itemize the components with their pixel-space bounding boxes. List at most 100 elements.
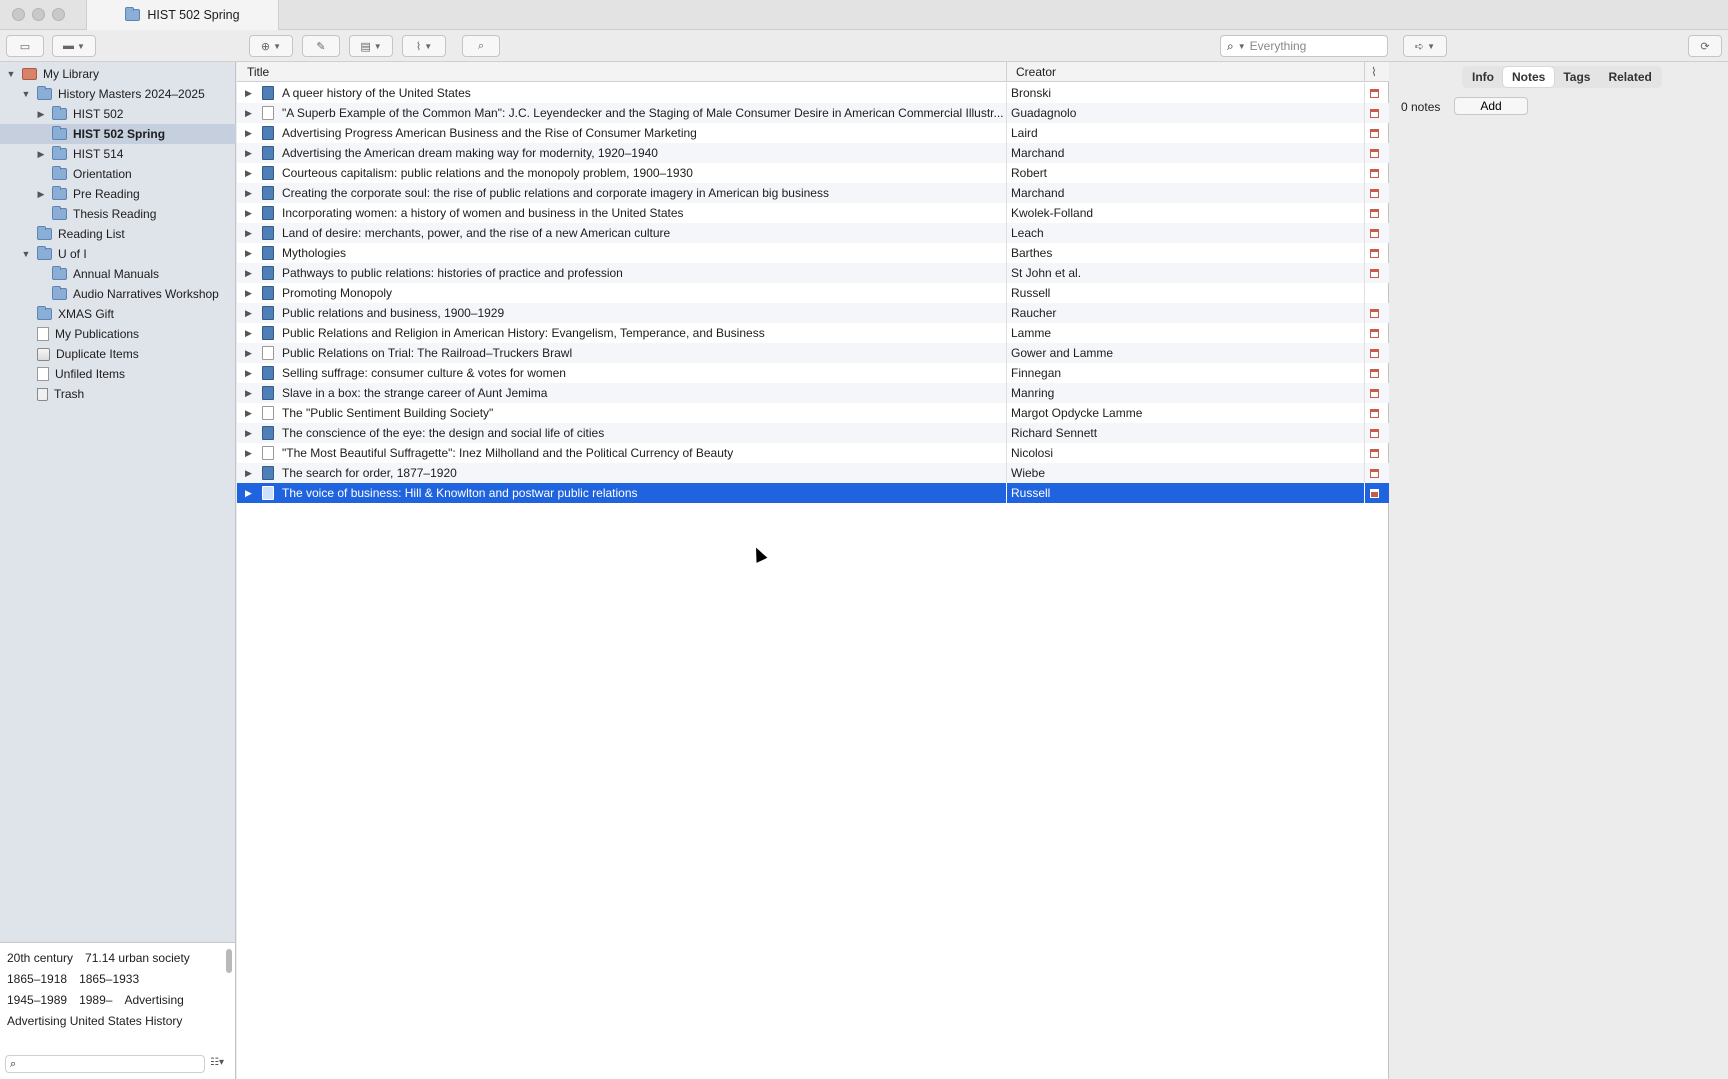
- disclosure-triangle-icon[interactable]: ▶: [245, 268, 252, 279]
- item-row[interactable]: ▶ Public relations and business, 1900–192…: [237, 303, 1389, 323]
- disclosure-triangle-icon[interactable]: ▶: [245, 348, 252, 359]
- minimize-window-button[interactable]: [32, 8, 45, 21]
- add-attachment-button[interactable]: ⌇ ▼: [402, 35, 446, 57]
- item-row[interactable]: ▶ Courteous capitalism: public relations …: [237, 163, 1389, 183]
- disclosure-triangle-icon[interactable]: ▶: [245, 448, 252, 459]
- disclosure-triangle-icon[interactable]: ▶: [36, 189, 46, 200]
- collection-item[interactable]: Audio Narratives Workshop: [0, 284, 236, 304]
- pdf-attachment-icon[interactable]: [1370, 389, 1379, 398]
- new-collection-button[interactable]: ▭: [6, 35, 44, 57]
- item-row[interactable]: ▶ The voice of business: Hill & Knowlton …: [237, 483, 1389, 503]
- pdf-attachment-icon[interactable]: [1370, 249, 1379, 258]
- collection-item[interactable]: Duplicate Items: [0, 344, 236, 364]
- disclosure-triangle-icon[interactable]: ▶: [245, 188, 252, 199]
- window-tab[interactable]: HIST 502 Spring: [86, 0, 279, 30]
- item-row[interactable]: ▶ A queer history of the United States Bro…: [237, 83, 1389, 103]
- disclosure-triangle-icon[interactable]: ▶: [36, 109, 46, 120]
- collection-item[interactable]: ▶ Pre Reading: [0, 184, 236, 204]
- collection-item[interactable]: Thesis Reading: [0, 204, 236, 224]
- pdf-attachment-icon[interactable]: [1370, 189, 1379, 198]
- disclosure-triangle-icon[interactable]: ▼: [6, 69, 16, 79]
- pdf-attachment-icon[interactable]: [1370, 409, 1379, 418]
- collection-item[interactable]: Orientation: [0, 164, 236, 184]
- disclosure-triangle-icon[interactable]: ▼: [21, 249, 31, 259]
- new-library-button[interactable]: ▬ ▼: [52, 35, 96, 57]
- disclosure-triangle-icon[interactable]: ▶: [245, 108, 252, 119]
- disclosure-triangle-icon[interactable]: ▶: [245, 368, 252, 379]
- title-column-header[interactable]: Title: [247, 65, 269, 79]
- collection-item[interactable]: ▼ U of I: [0, 244, 236, 264]
- disclosure-triangle-icon[interactable]: ▶: [245, 468, 252, 479]
- tag[interactable]: 1865–1933: [79, 972, 139, 986]
- collection-item[interactable]: HIST 502 Spring: [0, 124, 236, 144]
- disclosure-triangle-icon[interactable]: ▶: [245, 308, 252, 319]
- tab-notes[interactable]: Notes: [1503, 67, 1555, 87]
- pdf-attachment-icon[interactable]: [1370, 109, 1379, 118]
- pdf-attachment-icon[interactable]: [1370, 469, 1379, 478]
- pdf-attachment-icon[interactable]: [1370, 309, 1379, 318]
- tag[interactable]: 20th century: [7, 951, 73, 965]
- pdf-attachment-icon[interactable]: [1370, 89, 1379, 98]
- pdf-attachment-icon[interactable]: [1370, 449, 1379, 458]
- search-field[interactable]: ⌕ ▼: [1220, 35, 1388, 57]
- tag[interactable]: 1989–: [79, 993, 112, 1007]
- collection-item[interactable]: Unfiled Items: [0, 364, 236, 384]
- search-mode-chevron-icon[interactable]: ▼: [1238, 42, 1246, 51]
- tab-info[interactable]: Info: [1463, 67, 1503, 87]
- sync-button[interactable]: ⟳: [1688, 35, 1722, 57]
- attachment-column-icon[interactable]: ⌇: [1371, 65, 1377, 79]
- tag[interactable]: 1945–1989: [7, 993, 67, 1007]
- tag[interactable]: 1865–1918: [7, 972, 67, 986]
- item-row[interactable]: ▶ The conscience of the eye: the design a…: [237, 423, 1389, 443]
- disclosure-triangle-icon[interactable]: ▶: [245, 328, 252, 339]
- tab-related[interactable]: Related: [1599, 67, 1660, 87]
- item-row[interactable]: ▶ Selling suffrage: consumer culture & vo…: [237, 363, 1389, 383]
- collection-item[interactable]: ▼ History Masters 2024–2025: [0, 84, 236, 104]
- advanced-search-button[interactable]: ⌕: [462, 35, 500, 57]
- item-row[interactable]: ▶ "The Most Beautiful Suffragette": Inez …: [237, 443, 1389, 463]
- item-row[interactable]: ▶ Land of desire: merchants, power, and t…: [237, 223, 1389, 243]
- item-row[interactable]: ▶ Advertising the American dream making w…: [237, 143, 1389, 163]
- disclosure-triangle-icon[interactable]: ▶: [245, 168, 252, 179]
- disclosure-triangle-icon[interactable]: ▶: [245, 388, 252, 399]
- pdf-attachment-icon[interactable]: [1370, 129, 1379, 138]
- close-window-button[interactable]: [12, 8, 25, 21]
- pdf-attachment-icon[interactable]: [1370, 329, 1379, 338]
- collection-item[interactable]: ▶ HIST 502: [0, 104, 236, 124]
- tag-scrollbar[interactable]: [226, 949, 232, 973]
- new-item-button[interactable]: ⊕ ▼: [249, 35, 293, 57]
- pdf-attachment-icon[interactable]: [1370, 209, 1379, 218]
- disclosure-triangle-icon[interactable]: ▶: [245, 208, 252, 219]
- item-row[interactable]: ▶ The search for order, 1877–1920 Wiebe: [237, 463, 1389, 483]
- item-row[interactable]: ▶ Advertising Progress American Business …: [237, 123, 1389, 143]
- tag[interactable]: Advertising United States History: [7, 1014, 182, 1028]
- disclosure-triangle-icon[interactable]: ▶: [245, 128, 252, 139]
- search-input[interactable]: [1249, 39, 1370, 53]
- item-row[interactable]: ▶ Promoting Monopoly Russell: [237, 283, 1389, 303]
- new-note-button[interactable]: ▤ ▼: [349, 35, 393, 57]
- pdf-attachment-icon[interactable]: [1370, 149, 1379, 158]
- tag-filter-field[interactable]: ⌕: [5, 1055, 205, 1073]
- item-row[interactable]: ▶ Slave in a box: the strange career of A…: [237, 383, 1389, 403]
- add-by-identifier-button[interactable]: ✎: [302, 35, 340, 57]
- locate-button[interactable]: ➪ ▼: [1403, 35, 1447, 57]
- item-row[interactable]: ▶ Pathways to public relations: histories…: [237, 263, 1389, 283]
- pdf-attachment-icon[interactable]: [1370, 429, 1379, 438]
- pdf-attachment-icon[interactable]: [1370, 489, 1379, 498]
- pdf-attachment-icon[interactable]: [1370, 349, 1379, 358]
- disclosure-triangle-icon[interactable]: ▼: [21, 89, 31, 99]
- tab-tags[interactable]: Tags: [1554, 67, 1599, 87]
- pdf-attachment-icon[interactable]: [1370, 369, 1379, 378]
- tag-filter-input[interactable]: [20, 1058, 191, 1070]
- collection-item[interactable]: Reading List: [0, 224, 236, 244]
- add-note-button[interactable]: Add: [1454, 97, 1528, 115]
- collection-item[interactable]: ▶ HIST 514: [0, 144, 236, 164]
- tag[interactable]: Advertising: [124, 993, 183, 1007]
- disclosure-triangle-icon[interactable]: ▶: [245, 288, 252, 299]
- collection-item[interactable]: ▼ My Library: [0, 64, 236, 84]
- pdf-attachment-icon[interactable]: [1370, 229, 1379, 238]
- disclosure-triangle-icon[interactable]: ▶: [36, 149, 46, 160]
- tag[interactable]: 71.14 urban society: [85, 951, 190, 965]
- creator-column-header[interactable]: Creator: [1016, 65, 1056, 79]
- item-row[interactable]: ▶ Creating the corporate soul: the rise o…: [237, 183, 1389, 203]
